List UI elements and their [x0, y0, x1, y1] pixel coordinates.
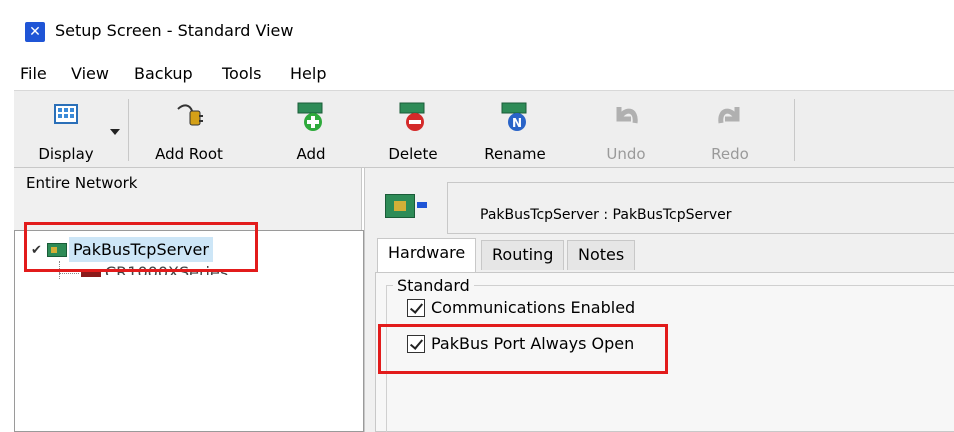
tree-header: Entire Network	[14, 168, 362, 230]
plug-icon	[172, 99, 206, 133]
device-header: PakBusTcpServer : PakBusTcpServer	[375, 174, 954, 234]
communications-enabled-checkbox[interactable]	[407, 298, 425, 317]
add-root-button[interactable]: Add Root	[142, 95, 236, 165]
display-dropdown-arrow-icon[interactable]	[110, 129, 120, 135]
menu-bar: File View Backup Tools Help	[0, 58, 954, 90]
tab-notes[interactable]: Notes	[567, 240, 636, 270]
add-label: Add	[296, 145, 326, 163]
delete-device-icon	[396, 99, 430, 133]
toolbar: Display Add Root Add Delete N Rename Und…	[14, 90, 954, 168]
communications-enabled-option[interactable]: Communications Enabled	[407, 298, 635, 317]
menu-backup[interactable]: Backup	[134, 64, 193, 83]
highlight-annotation	[24, 222, 258, 272]
redo-label: Redo	[711, 145, 749, 163]
menu-tools[interactable]: Tools	[222, 64, 261, 83]
rename-label: Rename	[484, 145, 546, 163]
rename-button[interactable]: N Rename	[478, 95, 552, 165]
menu-file[interactable]: File	[20, 64, 47, 83]
device-title-frame: PakBusTcpServer : PakBusTcpServer	[447, 182, 954, 234]
add-device-icon	[294, 99, 328, 133]
undo-icon	[609, 99, 643, 133]
display-grid-icon	[49, 99, 83, 133]
add-button[interactable]: Add	[286, 95, 336, 165]
device-title: PakBusTcpServer : PakBusTcpServer	[480, 207, 732, 223]
tcp-server-icon	[385, 192, 429, 224]
tab-routing[interactable]: Routing	[481, 240, 565, 270]
tree-header-label: Entire Network	[26, 174, 138, 192]
tab-hardware[interactable]: Hardware	[377, 238, 477, 272]
svg-text:N: N	[512, 116, 522, 130]
communications-enabled-label: Communications Enabled	[431, 298, 636, 317]
menu-view[interactable]: View	[71, 64, 109, 83]
redo-icon	[713, 99, 747, 133]
window-title: Setup Screen - Standard View	[55, 21, 294, 40]
app-logo-icon: ✕	[25, 22, 45, 42]
delete-button[interactable]: Delete	[382, 95, 444, 165]
undo-button[interactable]: Undo	[598, 95, 654, 165]
redo-button[interactable]: Redo	[702, 95, 758, 165]
display-label: Display	[38, 145, 94, 163]
delete-label: Delete	[388, 145, 438, 163]
settings-tabs: Hardware Routing Notes	[377, 238, 954, 272]
highlight-annotation	[378, 324, 668, 374]
rename-device-icon: N	[498, 99, 532, 133]
toolbar-separator	[128, 99, 129, 161]
undo-label: Undo	[606, 145, 646, 163]
device-settings-pane: PakBusTcpServer : PakBusTcpServer Hardwa…	[364, 168, 954, 432]
standard-group-label: Standard	[393, 276, 474, 295]
tree-connector	[59, 273, 79, 274]
menu-help[interactable]: Help	[290, 64, 326, 83]
title-bar: ✕ Setup Screen - Standard View	[0, 0, 954, 58]
toolbar-separator	[794, 99, 795, 161]
display-button[interactable]: Display	[26, 95, 106, 165]
add-root-label: Add Root	[155, 145, 223, 163]
